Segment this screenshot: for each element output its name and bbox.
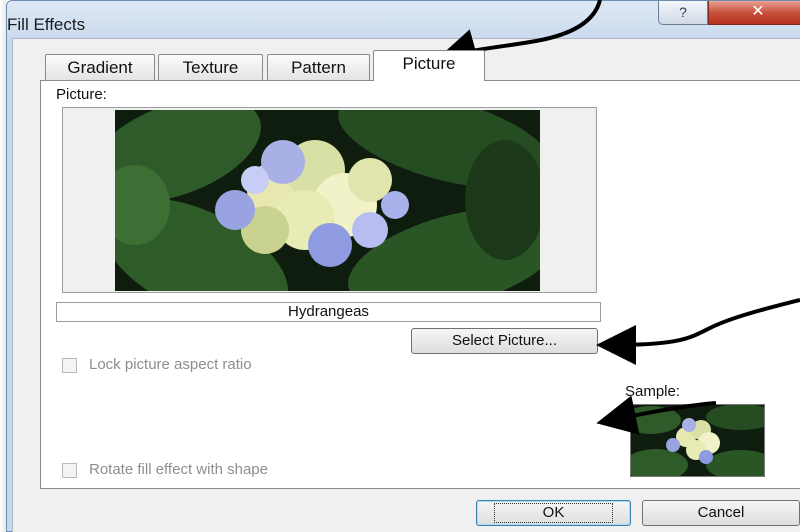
ok-button[interactable]: OK — [476, 500, 631, 526]
sample-preview — [630, 404, 765, 477]
window-title: Fill Effects — [7, 15, 86, 34]
tab-texture[interactable]: Texture — [158, 54, 263, 80]
hydrangea-image — [115, 110, 540, 291]
cancel-button[interactable]: Cancel — [642, 500, 800, 526]
tab-gradient[interactable]: Gradient — [45, 54, 155, 80]
sample-image — [631, 405, 764, 476]
sample-label: Sample: — [625, 383, 681, 400]
rotate-with-shape-label: Rotate fill effect with shape — [89, 461, 268, 478]
select-picture-button[interactable]: Select Picture... — [411, 328, 598, 354]
picture-label: Picture: — [56, 86, 107, 103]
lock-aspect-label: Lock picture aspect ratio — [89, 356, 252, 373]
close-icon: ✕ — [751, 3, 765, 20]
help-button[interactable]: ? — [658, 1, 708, 25]
lock-aspect-checkbox[interactable] — [62, 358, 77, 373]
close-button[interactable]: ✕ — [708, 1, 800, 25]
tab-pattern[interactable]: Pattern — [267, 54, 370, 80]
picture-name-field: Hydrangeas — [56, 302, 601, 322]
tab-picture[interactable]: Picture — [373, 50, 485, 81]
ok-label: OK — [493, 503, 614, 523]
picture-preview — [115, 110, 540, 291]
rotate-with-shape-checkbox[interactable] — [62, 463, 77, 478]
help-icon: ? — [679, 4, 687, 20]
